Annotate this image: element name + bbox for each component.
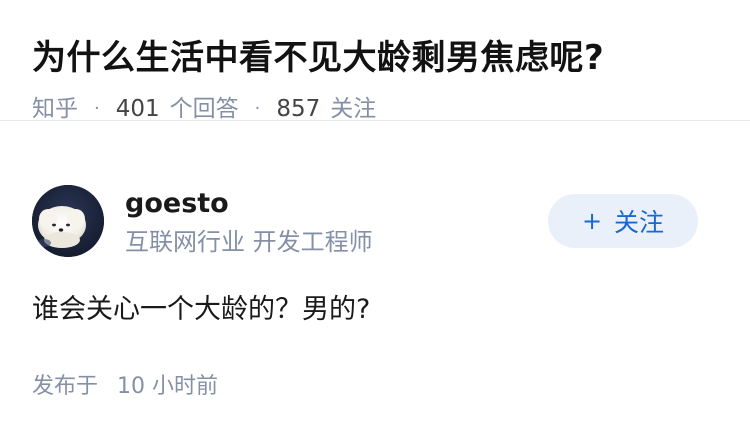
follow-button-label: 关注 xyxy=(614,208,665,237)
source-label[interactable]: 知乎 xyxy=(32,94,78,124)
published-label: 发布于 xyxy=(32,374,99,399)
answer-content[interactable]: 谁会关心一个大龄的？男的? xyxy=(32,290,370,330)
pomeranian-dog-avatar-icon xyxy=(32,185,104,257)
published-time: 10 小时前 xyxy=(117,374,219,399)
follow-button[interactable]: + 关注 xyxy=(548,194,698,248)
meta-separator: · xyxy=(254,98,261,119)
question-meta: 知乎 · 401 个回答 · 857 关注 xyxy=(32,94,718,124)
avatar[interactable] xyxy=(32,185,104,257)
author-headline: 互联网行业 开发工程师 xyxy=(125,228,373,256)
publish-time: 发布于 10 小时前 xyxy=(32,372,218,402)
follower-count: 857 xyxy=(276,96,321,122)
meta-separator: · xyxy=(94,98,100,119)
answer-count-label: 个回答 xyxy=(169,96,239,122)
question-title[interactable]: 为什么生活中看不见大龄剩男焦虑呢? xyxy=(32,30,718,86)
answer-count: 401 xyxy=(115,96,160,122)
author-name[interactable]: goesto xyxy=(125,187,229,221)
plus-icon: + xyxy=(581,207,603,235)
author-info: goesto 互联网行业 开发工程师 + 关注 xyxy=(32,185,698,259)
follower-count-label: 关注 xyxy=(330,96,377,122)
question-header: 为什么生活中看不见大龄剩男焦虑呢? 知乎 · 401 个回答 · 857 关注 xyxy=(0,0,750,124)
